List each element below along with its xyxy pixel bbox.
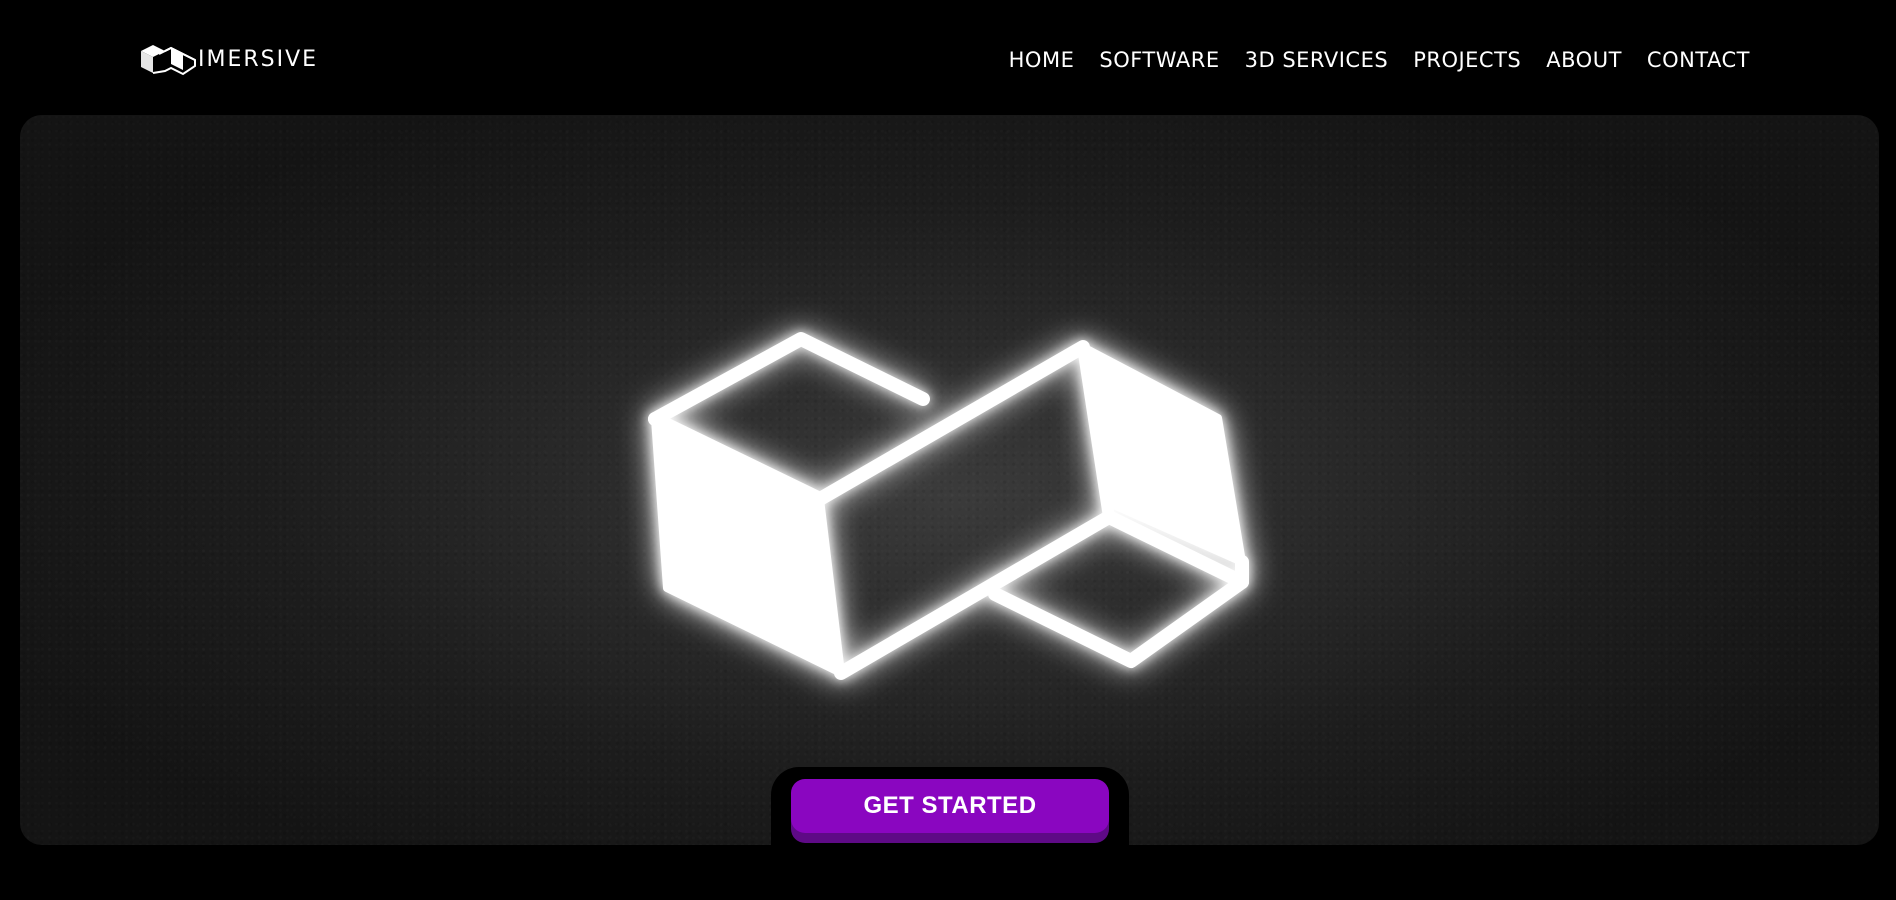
brand-name: IMERSIVE [198, 47, 319, 72]
site-header: IMERSIVE HOME SOFTWARE 3D SERVICES PROJE… [0, 0, 1896, 115]
brand-logo-link[interactable]: IMERSIVE [139, 42, 318, 78]
nav-item-3d-services[interactable]: 3D SERVICES [1245, 42, 1389, 78]
page: IMERSIVE HOME SOFTWARE 3D SERVICES PROJE… [0, 0, 1896, 900]
nav-item-home[interactable]: HOME [1009, 42, 1075, 78]
glowing-infinity-cube-logo-icon [648, 332, 1249, 680]
cta-container: GET STARTED [771, 767, 1129, 863]
hero-banner [20, 115, 1879, 845]
nav-item-about[interactable]: ABOUT [1546, 42, 1622, 78]
main-nav: HOME SOFTWARE 3D SERVICES PROJECTS ABOUT… [1009, 42, 1750, 78]
nav-item-contact[interactable]: CONTACT [1647, 42, 1750, 78]
cube-logo-icon [141, 45, 196, 76]
nav-item-projects[interactable]: PROJECTS [1413, 42, 1521, 78]
nav-item-software[interactable]: SOFTWARE [1099, 42, 1219, 78]
get-started-button[interactable]: GET STARTED [791, 779, 1109, 833]
